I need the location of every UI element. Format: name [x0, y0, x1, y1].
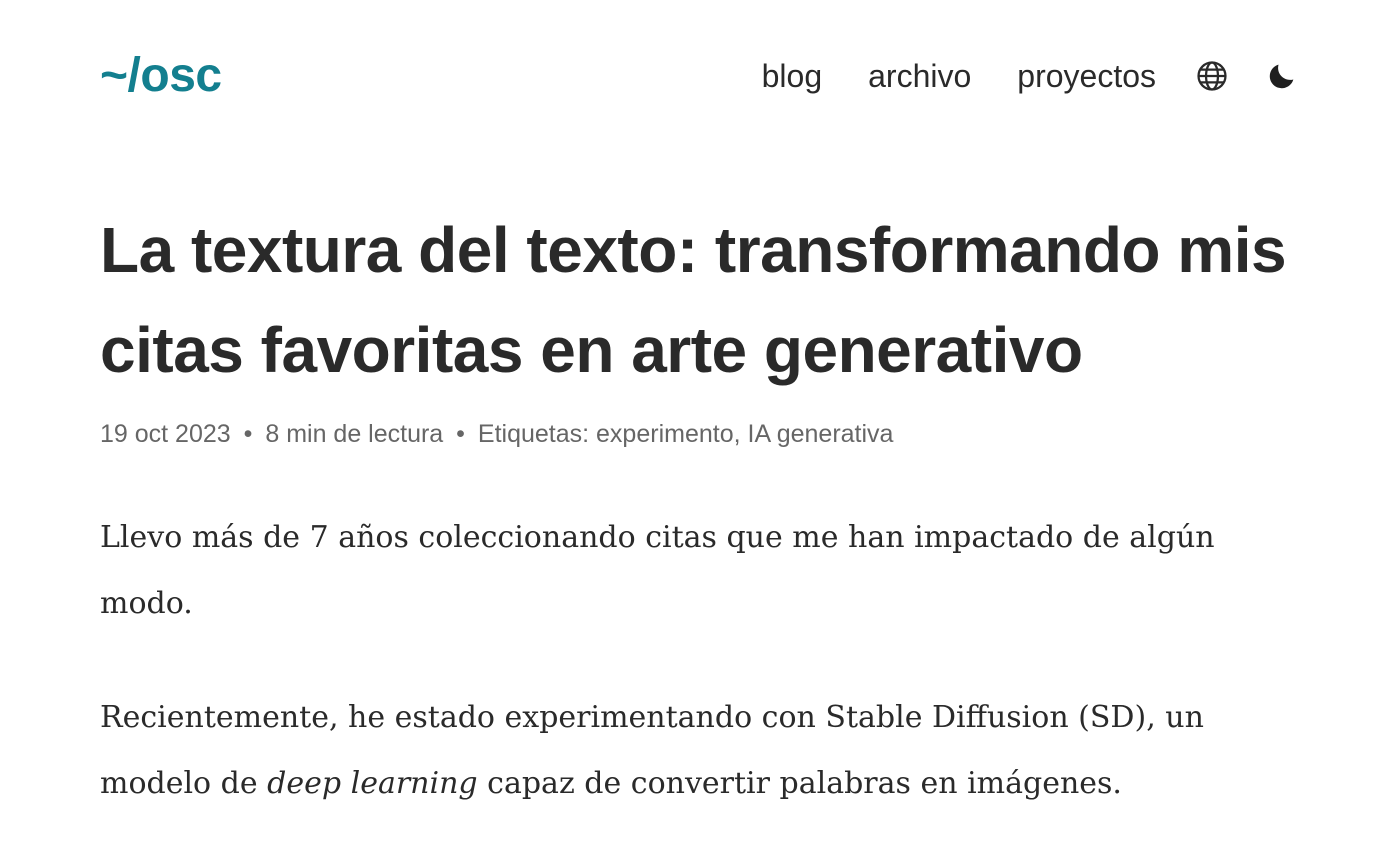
moon-icon[interactable] [1264, 58, 1300, 94]
article-date: 19 oct 2023 [100, 420, 231, 448]
tags-label: Etiquetas: [477, 420, 590, 448]
tag-link-ia-generativa[interactable]: IA generativa [748, 420, 894, 448]
article-body: Llevo más de 7 años coleccionando citas … [100, 505, 1300, 817]
site-header: ~/osc blog archivo proyectos [100, 36, 1300, 116]
nav-item-proyectos[interactable]: proyectos [1017, 60, 1156, 92]
article: La textura del texto: transformando mis … [100, 200, 1300, 865]
nav-item-blog[interactable]: blog [762, 60, 823, 92]
main-nav: blog archivo proyectos [762, 58, 1300, 94]
nav-item-archivo[interactable]: archivo [868, 60, 971, 92]
meta-separator: • [243, 420, 253, 448]
site-logo[interactable]: ~/osc [100, 52, 222, 100]
article-title: La textura del texto: transformando mis … [100, 214, 1287, 386]
tag-link-experimento[interactable]: experimento [596, 420, 734, 448]
article-meta: 19 oct 2023 • 8 min de lectura • Etiquet… [100, 418, 1300, 451]
globe-icon[interactable] [1194, 58, 1230, 94]
paragraph-text: capaz de convertir palabras en imágenes. [477, 765, 1122, 801]
reading-time: 8 min de lectura [265, 420, 444, 448]
paragraph: Recientemente, he estado experimentando … [100, 685, 1300, 817]
meta-separator: • [456, 420, 465, 448]
tag-separator: , [733, 420, 741, 448]
emphasis-text: deep learning [267, 765, 478, 801]
paragraph: Llevo más de 7 años coleccionando citas … [100, 519, 1215, 621]
